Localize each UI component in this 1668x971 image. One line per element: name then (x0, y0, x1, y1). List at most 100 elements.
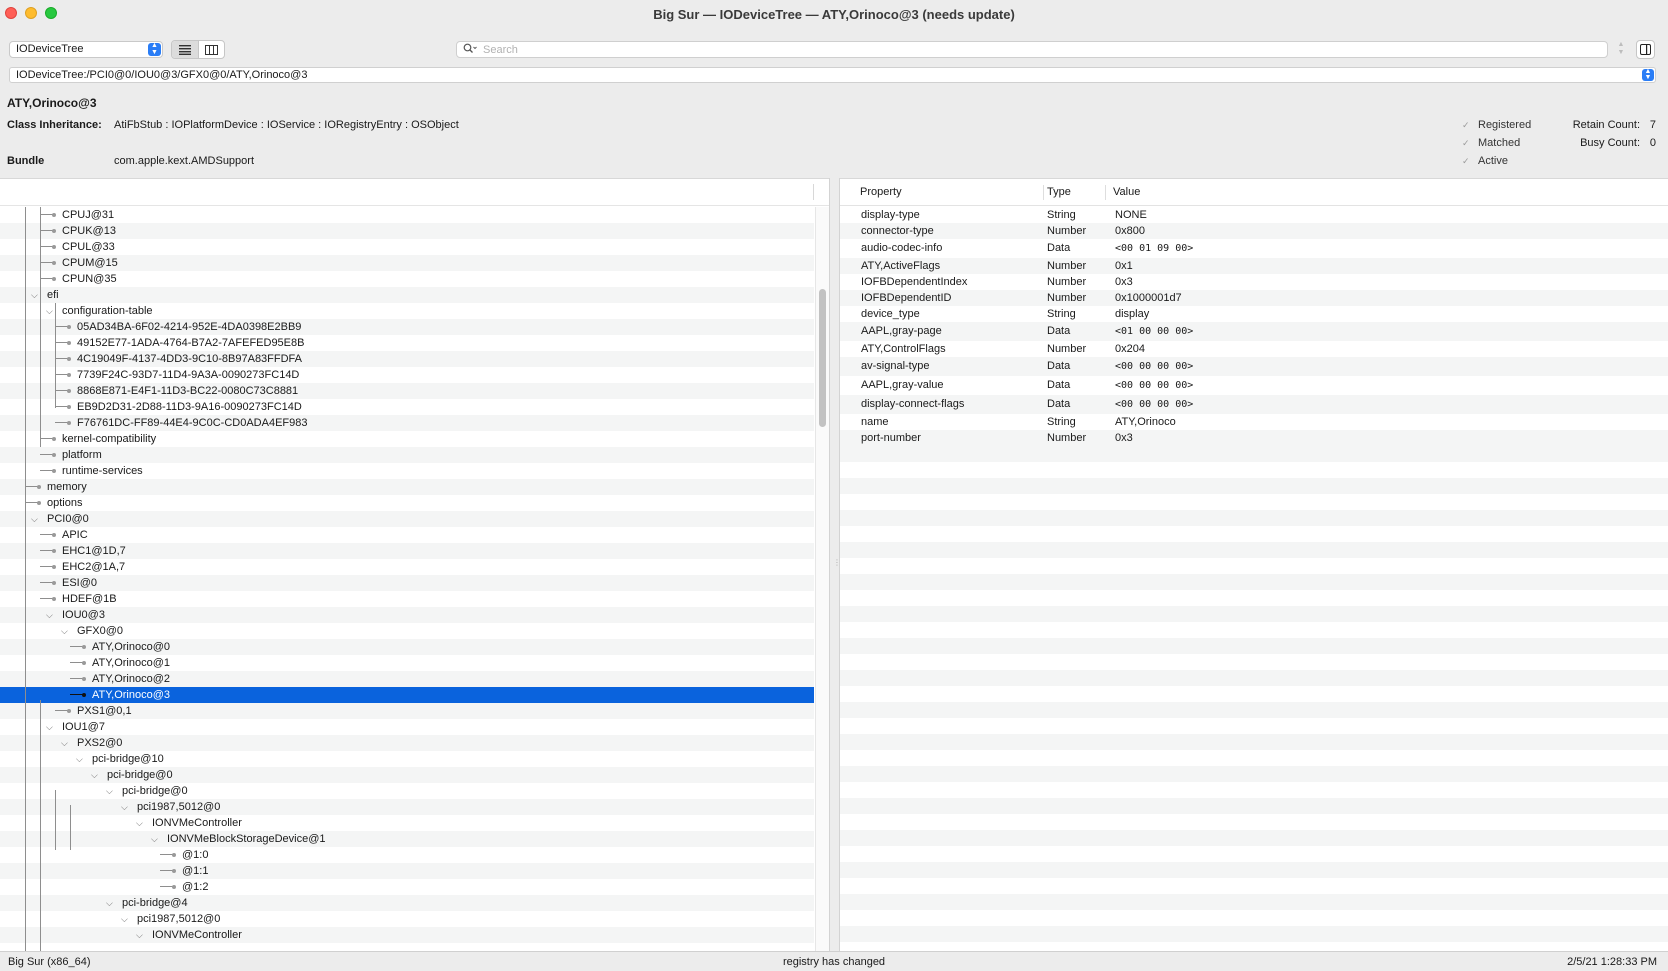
disclosure-triangle-icon[interactable]: ⌵ (136, 815, 143, 831)
property-row[interactable]: IOFBDependentID Number 0x1000001d7 (840, 290, 1668, 306)
disclosure-triangle-icon[interactable]: ⌵ (46, 607, 53, 623)
tree-row[interactable]: @1:0 (0, 847, 814, 863)
tree-row[interactable]: APIC (0, 527, 814, 543)
disclosure-triangle-icon[interactable]: ⌵ (61, 623, 68, 639)
tree-row[interactable]: PXS1@0,1 (0, 703, 814, 719)
tree-row[interactable]: ATY,Orinoco@1 (0, 655, 814, 671)
tree-row[interactable]: ⌵ IONVMeController (0, 815, 814, 831)
tree-row[interactable]: ⌵ PXS2@0 (0, 735, 814, 751)
tree-row-label: ATY,Orinoco@0 (92, 641, 171, 653)
tree-row[interactable]: CPUN@35 (0, 271, 814, 287)
tree-row[interactable]: ATY,Orinoco@2 (0, 671, 814, 687)
tree-row[interactable]: CPUJ@31 (0, 207, 814, 223)
tree-row[interactable]: ⌵ pci-bridge@10 (0, 751, 814, 767)
tree-row[interactable]: EB9D2D31-2D88-11D3-9A16-0090273FC14D (0, 399, 814, 415)
pane-splitter[interactable]: ⋮ (829, 178, 841, 951)
tree-row[interactable]: 7739F24C-93D7-11D4-9A3A-0090273FC14D (0, 367, 814, 383)
property-row[interactable]: connector-type Number 0x800 (840, 223, 1668, 239)
property-row[interactable]: port-number Number 0x3 (840, 430, 1668, 446)
search-field[interactable] (456, 41, 1608, 58)
tree-row[interactable]: memory (0, 479, 814, 495)
scrollbar-thumb[interactable] (819, 289, 826, 427)
property-row[interactable]: ATY,ControlFlags Number 0x204 (840, 341, 1668, 357)
tree-row[interactable]: ⌵ pci-bridge@4 (0, 895, 814, 911)
column-divider[interactable] (813, 184, 814, 200)
disclosure-triangle-icon[interactable]: ⌵ (46, 719, 53, 735)
plane-select[interactable]: IODeviceTree ▲ ▼ (9, 41, 163, 58)
minimize-window-button[interactable] (25, 7, 37, 19)
property-row[interactable]: AAPL,gray-value Data <00 00 00 00> (840, 376, 1668, 395)
tree-row[interactable]: 8868E871-E4F1-11D3-BC22-0080C73C8881 (0, 383, 814, 399)
disclosure-triangle-icon[interactable]: ⌵ (31, 511, 38, 527)
disclosure-triangle-icon[interactable]: ⌵ (151, 831, 158, 847)
property-property-cell: ATY,ActiveFlags (861, 260, 941, 272)
tree-row[interactable]: platform (0, 447, 814, 463)
tree-row[interactable]: ⌵ IONVMeBlockStorageDevice@1 (0, 831, 814, 847)
tree-row[interactable]: 05AD34BA-6F02-4214-952E-4DA0398E2BB9 (0, 319, 814, 335)
disclosure-triangle-icon[interactable]: ⌵ (61, 735, 68, 751)
tree-row[interactable]: ATY,Orinoco@3 (0, 687, 814, 703)
list-view-button[interactable] (172, 41, 199, 58)
tree-row[interactable]: ⌵ pci1987,5012@0 (0, 911, 814, 927)
tree-row[interactable]: kernel-compatibility (0, 431, 814, 447)
tree-row[interactable]: ⌵ GFX0@0 (0, 623, 814, 639)
tree-row[interactable]: CPUM@15 (0, 255, 814, 271)
disclosure-triangle-icon[interactable]: ⌵ (76, 751, 83, 767)
disclosure-triangle-icon[interactable]: ⌵ (136, 927, 143, 943)
tree-row[interactable]: EHC2@1A,7 (0, 559, 814, 575)
zoom-window-button[interactable] (45, 7, 57, 19)
disclosure-triangle-icon[interactable]: ⌵ (46, 303, 53, 319)
disclosure-triangle-icon[interactable]: ⌵ (121, 911, 128, 927)
tree-scrollbar[interactable] (815, 207, 829, 951)
disclosure-triangle-icon[interactable]: ⌵ (106, 895, 113, 911)
disclosure-triangle-icon[interactable]: ⌵ (91, 767, 98, 783)
tree-row[interactable]: EHC1@1D,7 (0, 543, 814, 559)
property-row[interactable]: display-type String NONE (840, 207, 1668, 223)
disclosure-triangle-icon[interactable]: ⌵ (31, 287, 38, 303)
tree-row[interactable]: ESI@0 (0, 575, 814, 591)
tree-row[interactable]: options (0, 495, 814, 511)
tree-row[interactable]: 49152E77-1ADA-4764-B7A2-7AFEFED95E8B (0, 335, 814, 351)
disclosure-triangle-icon[interactable]: ⌵ (106, 783, 113, 799)
search-stepper-icon[interactable]: ▲ ▼ (1615, 41, 1627, 58)
tree-row[interactable]: ⌵ PCI0@0 (0, 511, 814, 527)
property-row[interactable]: device_type String display (840, 306, 1668, 322)
property-row[interactable]: audio-codec-info Data <00 01 09 00> (840, 239, 1668, 258)
column-divider[interactable] (1043, 185, 1044, 200)
registry-path-field[interactable]: IODeviceTree:/PCI0@0/IOU0@3/GFX0@0/ATY,O… (9, 67, 1656, 83)
tree-row[interactable]: CPUK@13 (0, 223, 814, 239)
column-view-button[interactable] (199, 41, 225, 58)
tree-row[interactable]: HDEF@1B (0, 591, 814, 607)
tree-row[interactable]: ⌵ IOU0@3 (0, 607, 814, 623)
column-divider[interactable] (1105, 185, 1106, 200)
status-message: registry has changed (782, 956, 886, 968)
tree-row[interactable]: 4C19049F-4137-4DD3-9C10-8B97A83FFDFA (0, 351, 814, 367)
property-row[interactable]: AAPL,gray-page Data <01 00 00 00> (840, 322, 1668, 341)
type-column-header[interactable]: Type (1047, 186, 1071, 198)
tree-row[interactable]: ⌵ configuration-table (0, 303, 814, 319)
disclosure-triangle-icon[interactable]: ⌵ (121, 799, 128, 815)
tree-row[interactable]: @1:2 (0, 879, 814, 895)
value-column-header[interactable]: Value (1113, 186, 1140, 198)
property-row[interactable]: ATY,ActiveFlags Number 0x1 (840, 258, 1668, 274)
tree-row[interactable]: ⌵ IONVMeController (0, 927, 814, 943)
close-window-button[interactable] (5, 7, 17, 19)
tree-row[interactable]: CPUL@33 (0, 239, 814, 255)
inspector-toggle-button[interactable] (1636, 40, 1655, 59)
property-row[interactable]: display-connect-flags Data <00 00 00 00> (840, 395, 1668, 414)
property-column-header[interactable]: Property (860, 186, 902, 198)
tree-row[interactable]: @1:1 (0, 863, 814, 879)
tree-row-label: kernel-compatibility (62, 433, 157, 445)
tree-row[interactable]: ⌵ pci-bridge@0 (0, 767, 814, 783)
property-row[interactable]: name String ATY,Orinoco (840, 414, 1668, 430)
tree-row[interactable]: ⌵ IOU1@7 (0, 719, 814, 735)
tree-row[interactable]: ⌵ pci-bridge@0 (0, 783, 814, 799)
property-row[interactable]: av-signal-type Data <00 00 00 00> (840, 357, 1668, 376)
tree-row[interactable]: ⌵ efi (0, 287, 814, 303)
tree-row[interactable]: ATY,Orinoco@0 (0, 639, 814, 655)
property-row[interactable]: IOFBDependentIndex Number 0x3 (840, 274, 1668, 290)
tree-row[interactable]: runtime-services (0, 463, 814, 479)
tree-row[interactable]: F76761DC-FF89-44E4-9C0C-CD0ADA4EF983 (0, 415, 814, 431)
tree-row[interactable]: ⌵ pci1987,5012@0 (0, 799, 814, 815)
search-input[interactable] (483, 43, 1583, 56)
